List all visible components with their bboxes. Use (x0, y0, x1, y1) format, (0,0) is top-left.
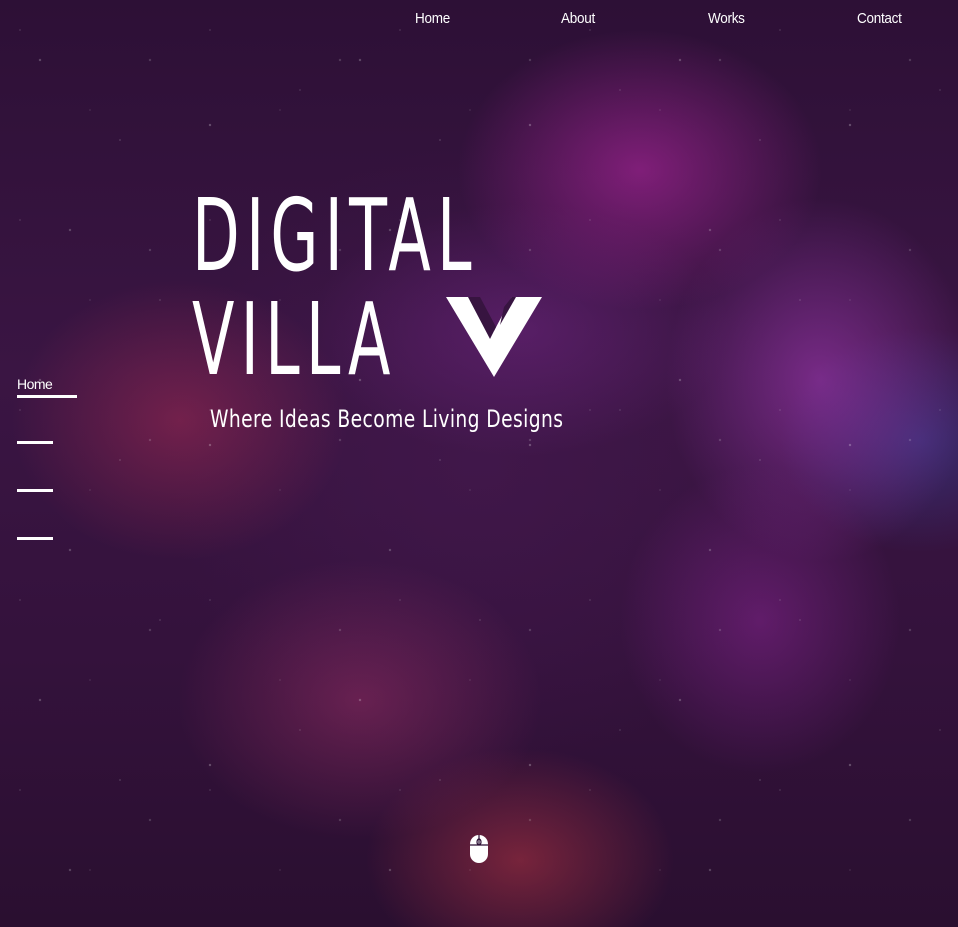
villa-v-logo-icon (446, 297, 542, 377)
hero-title-line1: DIGITAL (192, 177, 478, 294)
side-nav-item-home[interactable]: Home (17, 376, 77, 398)
hero-section: Home About Works Contact Home DIGITAL VI… (0, 0, 958, 927)
nav-link-contact[interactable]: Contact (857, 10, 902, 27)
mouse-scroll-icon[interactable] (469, 834, 489, 864)
hero-tagline: Where Ideas Become Living Designs (210, 405, 564, 433)
star-field-secondary (0, 0, 958, 927)
nav-link-about[interactable]: About (561, 10, 595, 27)
nav-link-home[interactable]: Home (415, 10, 450, 27)
hero-title-line2: VILLA (192, 281, 397, 398)
side-nav-item-2[interactable] (17, 441, 53, 444)
top-navigation: Home About Works Contact (0, 0, 958, 42)
side-nav-item-3[interactable] (17, 489, 53, 492)
side-nav-item-4[interactable] (17, 537, 53, 540)
side-navigation: Home (17, 376, 97, 540)
nav-link-works[interactable]: Works (708, 10, 745, 27)
